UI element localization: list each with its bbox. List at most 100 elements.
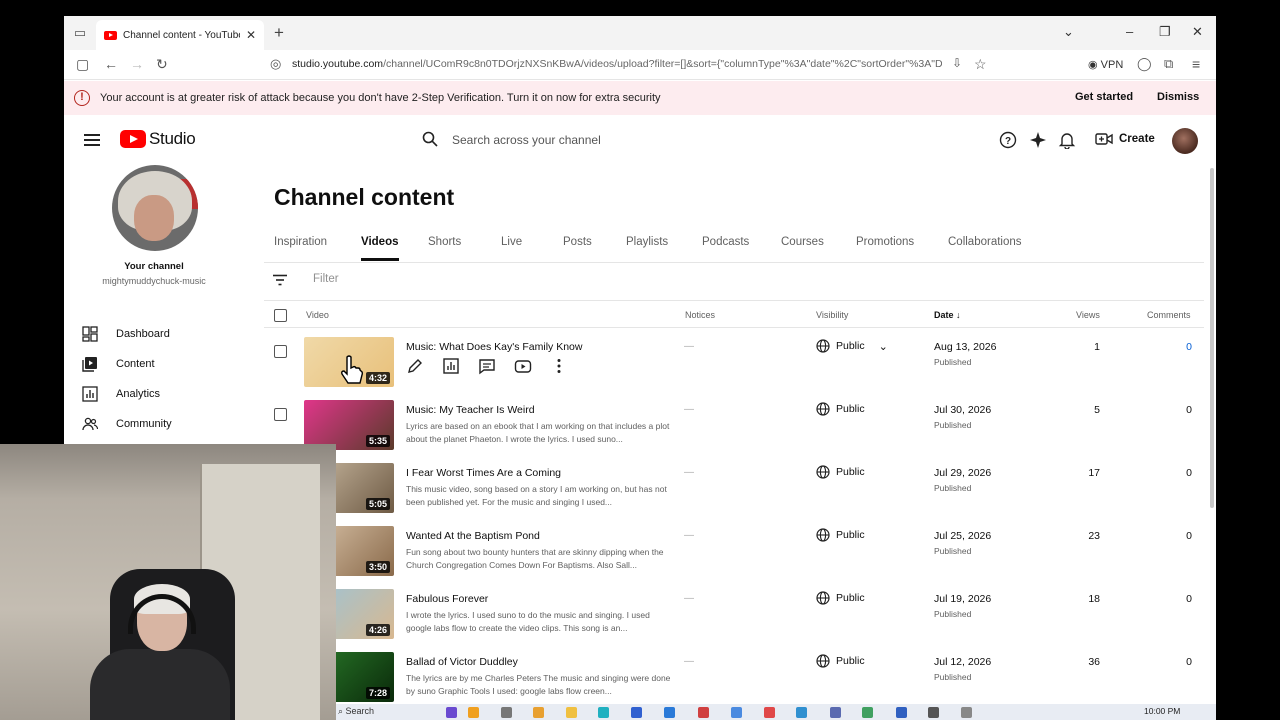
taskbar-app-icon[interactable] [796, 707, 807, 718]
taskbar-app-icon[interactable] [830, 707, 841, 718]
sidebar-item-label: Analytics [116, 388, 161, 400]
sidebar: Your channel mightymuddychuck-music Dash… [64, 0, 244, 444]
taskbar-app-icon[interactable] [501, 707, 512, 718]
tab-videos[interactable]: Videos [361, 236, 399, 261]
extensions-icon[interactable]: ⧉ [1164, 56, 1173, 72]
video-title[interactable]: Wanted At the Baptism Pond [406, 530, 540, 542]
taskbar-app-icon[interactable] [698, 707, 709, 718]
video-status: Published [934, 357, 972, 367]
video-title[interactable]: Fabulous Forever [406, 593, 488, 605]
filter-input[interactable]: Filter [313, 273, 339, 285]
sparkle-icon[interactable] [1029, 131, 1047, 149]
video-row[interactable]: 3:50 Wanted At the Baptism Pond Fun song a… [264, 524, 1204, 587]
taskbar-app-icon[interactable] [731, 707, 742, 718]
video-description: Lyrics are based on an ebook that I am w… [406, 421, 670, 444]
tab-shorts[interactable]: Shorts [428, 236, 461, 248]
video-comments: 0 [1186, 593, 1192, 605]
hand-cursor-icon [341, 355, 363, 384]
sidebar-item-content[interactable]: Content [82, 356, 155, 372]
row-checkbox[interactable] [274, 345, 287, 358]
sidebar-item-community[interactable]: Community [82, 416, 172, 432]
row-actions [406, 357, 568, 375]
get-started-button[interactable]: Get started [1075, 91, 1133, 103]
analytics-icon[interactable] [442, 357, 460, 375]
taskbar-app-icon[interactable] [664, 707, 675, 718]
tab-posts[interactable]: Posts [563, 236, 592, 248]
browser-menu-icon[interactable]: ≡ [1192, 56, 1200, 72]
taskbar-app-icon[interactable] [468, 707, 479, 718]
sidebar-item-label: Dashboard [116, 328, 170, 340]
dismiss-button[interactable]: Dismiss [1157, 91, 1199, 103]
profile-icon[interactable]: ◯ [1137, 56, 1152, 72]
taskbar-app-icon[interactable] [764, 707, 775, 718]
taskbar-app-icon[interactable] [961, 707, 972, 718]
create-button[interactable]: Create [1095, 132, 1155, 146]
video-row[interactable]: 5:35 Music: My Teacher Is Weird Lyrics are… [264, 398, 1204, 461]
chevron-down-icon[interactable]: ⌄ [879, 340, 888, 353]
column-date[interactable]: Date ↓ [934, 310, 961, 320]
taskbar-app-icon[interactable] [446, 707, 457, 718]
sidebar-item-analytics[interactable]: Analytics [82, 386, 160, 402]
filter-divider [264, 300, 1204, 301]
bookmark-star-icon[interactable]: ☆ [974, 56, 987, 73]
video-duration: 4:32 [365, 372, 390, 384]
minimize-icon[interactable]: – [1126, 24, 1133, 39]
video-comments[interactable]: 0 [1144, 341, 1192, 353]
install-app-icon[interactable]: ⇩ [952, 56, 962, 70]
video-row[interactable]: 4:26 Fabulous Forever I wrote the lyrics. … [264, 587, 1204, 650]
taskbar-app-icon[interactable] [566, 707, 577, 718]
url-field[interactable]: studio.youtube.com/channel/UComR9c8n0TDO… [292, 58, 942, 70]
tab-collaborations[interactable]: Collaborations [948, 236, 1022, 248]
tab-inspiration[interactable]: Inspiration [274, 236, 327, 248]
video-title[interactable]: Ballad of Victor Duddley [406, 656, 518, 668]
video-title[interactable]: Music: My Teacher Is Weird [406, 404, 535, 416]
row-checkbox[interactable] [274, 408, 287, 421]
video-title[interactable]: Music: What Does Kay's Family Know [406, 341, 582, 353]
video-row[interactable]: 4:32 Music: What Does Kay's Family Know — P… [264, 335, 1204, 398]
search-input[interactable]: Search across your channel [452, 133, 601, 147]
site-info-icon[interactable]: ◎ [270, 56, 281, 72]
video-thumbnail[interactable]: 5:35 [304, 400, 394, 450]
account-avatar[interactable] [1172, 128, 1198, 154]
video-views: 36 [1088, 656, 1100, 668]
tab-courses[interactable]: Courses [781, 236, 824, 248]
visibility-selector[interactable]: Public ⌄ [816, 339, 888, 353]
edit-pencil-icon[interactable] [406, 357, 424, 375]
page-scrollbar[interactable] [1210, 168, 1214, 508]
taskbar-app-icon[interactable] [533, 707, 544, 718]
video-status: Published [934, 483, 972, 493]
tab-playlists[interactable]: Playlists [626, 236, 668, 248]
vpn-button[interactable]: ◉ VPN [1088, 58, 1123, 71]
taskbar-app-icon[interactable] [598, 707, 609, 718]
more-options-icon[interactable] [550, 357, 568, 375]
video-row[interactable]: 5:05 I Fear Worst Times Are a Coming This … [264, 461, 1204, 524]
tab-close-icon[interactable]: ✕ [246, 28, 256, 42]
channel-avatar[interactable] [112, 165, 198, 251]
taskbar-search[interactable]: ⌕ Search [338, 706, 374, 717]
help-icon[interactable]: ? [999, 131, 1017, 149]
taskbar-app-icon[interactable] [896, 707, 907, 718]
window-close-icon[interactable]: ✕ [1192, 24, 1203, 40]
restore-icon[interactable]: ❐ [1159, 24, 1171, 40]
filter-icon[interactable] [272, 274, 288, 286]
notifications-bell-icon[interactable] [1058, 131, 1076, 149]
tab-promotions[interactable]: Promotions [856, 236, 914, 248]
tabs-divider [264, 262, 1204, 263]
tab-list-chevron-icon[interactable]: ⌄ [1063, 24, 1074, 40]
tab-live[interactable]: Live [501, 236, 522, 248]
taskbar-app-icon[interactable] [928, 707, 939, 718]
video-title[interactable]: I Fear Worst Times Are a Coming [406, 467, 561, 479]
tab-podcasts[interactable]: Podcasts [702, 236, 749, 248]
taskbar-app-icon[interactable] [862, 707, 873, 718]
youtube-view-icon[interactable] [514, 357, 532, 375]
search-icon[interactable] [422, 131, 438, 147]
new-tab-icon[interactable]: + [274, 23, 284, 43]
select-all-checkbox[interactable] [274, 309, 287, 322]
video-status: Published [934, 420, 972, 430]
sidebar-item-dashboard[interactable]: Dashboard [82, 326, 170, 342]
comments-icon[interactable] [478, 357, 496, 375]
avatar-face [134, 195, 174, 241]
taskbar-app-icon[interactable] [631, 707, 642, 718]
video-duration: 3:50 [365, 561, 390, 573]
video-notice: — [684, 341, 694, 352]
